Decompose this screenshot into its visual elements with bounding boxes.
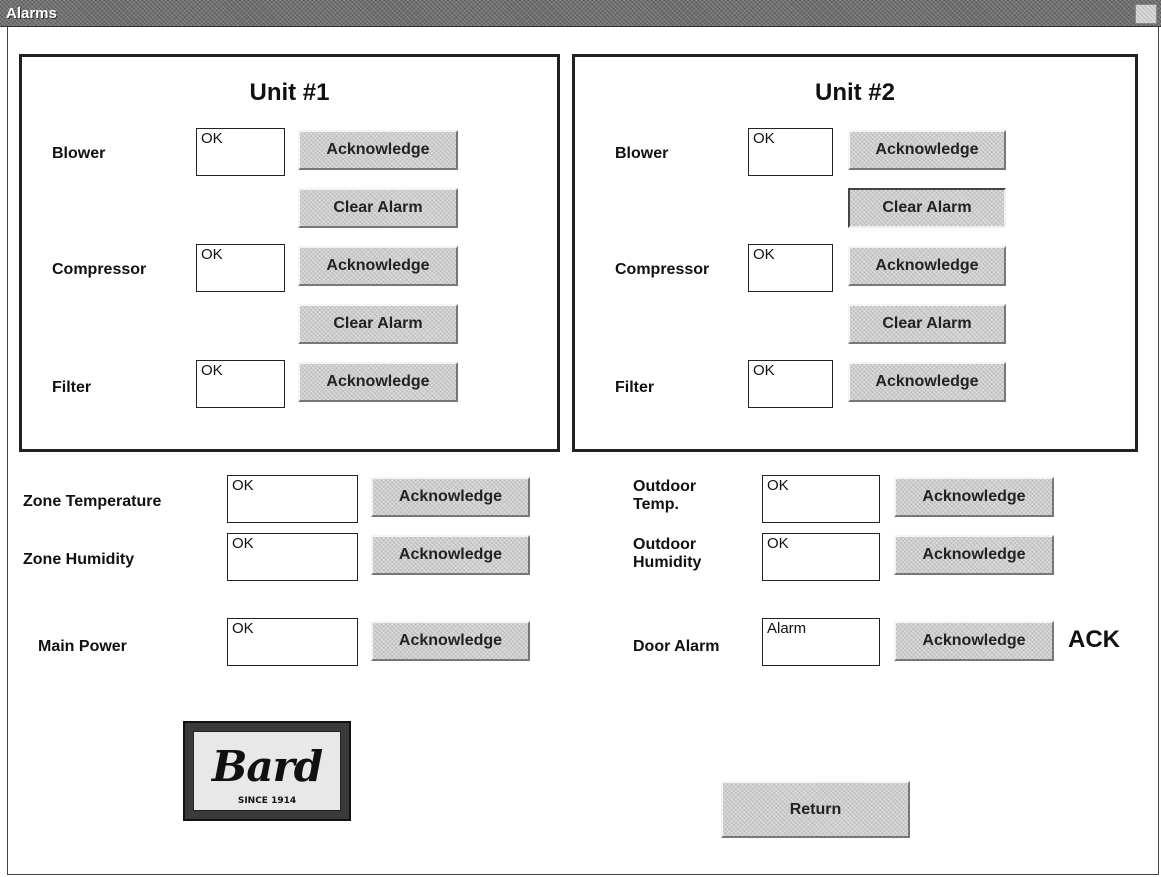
bard-logo-since: SINCE 1914 (237, 796, 297, 806)
door-alarm-acknowledge-button[interactable]: Acknowledge (894, 621, 1054, 661)
unit2-filter-acknowledge-button[interactable]: Acknowledge (848, 362, 1006, 402)
door-alarm-label: Door Alarm (633, 638, 720, 655)
unit2-blower-field: OK (748, 128, 833, 176)
main-power-acknowledge-button[interactable]: Acknowledge (371, 621, 530, 661)
unit2-blower-label: Blower (615, 145, 669, 162)
unit1-panel: Unit #1 (19, 54, 560, 452)
zone-humidity-label: Zone Humidity (23, 551, 135, 568)
unit2-blower-clear-alarm-button[interactable]: Clear Alarm (848, 188, 1006, 228)
zone-temperature-field: OK (227, 475, 358, 523)
unit1-compressor-label: Compressor (52, 261, 147, 278)
unit2-filter-field: OK (748, 360, 833, 408)
unit1-compressor-field: OK (196, 244, 285, 292)
outdoor-temp-field: OK (762, 475, 880, 523)
bard-logo-plate: Bard SINCE 1914 (193, 731, 341, 811)
unit2-compressor-acknowledge-button[interactable]: Acknowledge (848, 246, 1006, 286)
unit2-compressor-field: OK (748, 244, 833, 292)
unit1-filter-field: OK (196, 360, 285, 408)
unit1-compressor-acknowledge-button[interactable]: Acknowledge (298, 246, 458, 286)
unit1-compressor-clear-alarm-button[interactable]: Clear Alarm (298, 304, 458, 344)
unit1-blower-field: OK (196, 128, 285, 176)
zone-temperature-label: Zone Temperature (23, 493, 162, 510)
zone-humidity-field: OK (227, 533, 358, 581)
title-bar[interactable]: Alarms (0, 0, 1161, 27)
unit2-compressor-clear-alarm-button[interactable]: Clear Alarm (848, 304, 1006, 344)
door-alarm-ack-status: ACK (1068, 626, 1120, 653)
door-alarm-field: Alarm (762, 618, 880, 666)
outdoor-temp-acknowledge-button[interactable]: Acknowledge (894, 477, 1054, 517)
unit1-title: Unit #1 (249, 79, 330, 106)
close-icon[interactable] (1135, 4, 1157, 24)
unit1-blower-clear-alarm-button[interactable]: Clear Alarm (298, 188, 458, 228)
outdoor-humidity-acknowledge-button[interactable]: Acknowledge (894, 535, 1054, 575)
unit2-filter-label: Filter (615, 379, 655, 396)
return-button[interactable]: Return (721, 781, 910, 838)
unit2-blower-acknowledge-button[interactable]: Acknowledge (848, 130, 1006, 170)
window-title: Alarms (6, 5, 57, 22)
unit1-blower-label: Blower (52, 145, 106, 162)
unit1-filter-label: Filter (52, 379, 92, 396)
main-power-field: OK (227, 618, 358, 666)
outdoor-temp-label-line2: Temp. (633, 496, 679, 513)
outdoor-humidity-label-line1: Outdoor (633, 536, 697, 553)
unit1-filter-acknowledge-button[interactable]: Acknowledge (298, 362, 458, 402)
zone-temperature-acknowledge-button[interactable]: Acknowledge (371, 477, 530, 517)
outdoor-humidity-label-line2: Humidity (633, 554, 702, 571)
unit2-compressor-label: Compressor (615, 261, 710, 278)
unit2-title: Unit #2 (814, 79, 895, 106)
bard-logo-script: Bard (211, 742, 323, 791)
zone-humidity-acknowledge-button[interactable]: Acknowledge (371, 535, 530, 575)
main-power-label: Main Power (38, 638, 127, 655)
bard-logo: Bard SINCE 1914 (183, 721, 351, 821)
outdoor-humidity-field: OK (762, 533, 880, 581)
outdoor-temp-label-line1: Outdoor (633, 478, 697, 495)
unit1-blower-acknowledge-button[interactable]: Acknowledge (298, 130, 458, 170)
